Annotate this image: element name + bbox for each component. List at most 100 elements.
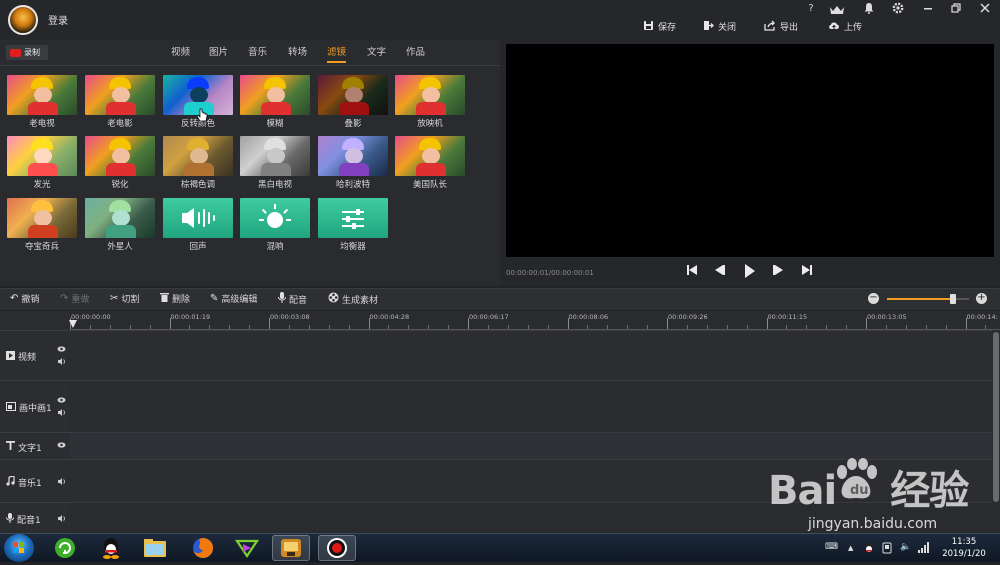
tray-volume-icon[interactable]: 🔈	[900, 542, 911, 552]
filter-thumb-7[interactable]	[85, 136, 155, 176]
filter-thumb-12[interactable]	[7, 198, 77, 238]
firefox-icon[interactable]	[184, 535, 222, 561]
filter-thumb-3[interactable]	[240, 75, 310, 115]
generate-material-button[interactable]: 生成素材	[328, 292, 378, 306]
filter-label: 叠影	[344, 119, 362, 129]
clock-time: 11:35	[951, 537, 977, 547]
track-header: 配音1	[0, 502, 70, 533]
refresh-app-icon[interactable]	[46, 535, 84, 561]
app-logo[interactable]	[8, 5, 38, 35]
filter-thumb-15[interactable]	[240, 198, 310, 238]
zoom-in-button[interactable]: +	[976, 293, 987, 304]
filter-thumb-5[interactable]	[395, 75, 465, 115]
track-lane[interactable]	[70, 432, 992, 459]
filter-thumb-13[interactable]	[85, 198, 155, 238]
playhead[interactable]	[69, 320, 77, 328]
cut-label: 切割	[121, 295, 140, 305]
record-button[interactable]: 录制	[6, 45, 48, 60]
video-preview[interactable]	[506, 44, 994, 257]
filter-thumb-16[interactable]	[318, 198, 388, 238]
system-clock[interactable]: 11:35 2019/1/20	[938, 536, 990, 560]
zoom-slider-thumb[interactable]	[949, 294, 956, 304]
redo-button[interactable]: ↷ 重做	[60, 292, 89, 305]
restore-icon[interactable]	[947, 2, 965, 16]
track-label: 画中画1	[6, 401, 52, 414]
tray-qq-icon[interactable]	[864, 542, 874, 557]
track-name: 配音1	[17, 515, 41, 526]
ruler-minor-tick	[209, 325, 211, 329]
reel-icon	[328, 292, 339, 306]
delete-button[interactable]: 删除	[160, 292, 190, 305]
skip-end-icon[interactable]	[799, 264, 815, 280]
cut-button[interactable]: ✂ 切割	[110, 292, 139, 305]
filter-thumb-10[interactable]	[318, 136, 388, 176]
track-lane[interactable]	[70, 330, 992, 380]
exit-button[interactable]: 关闭	[702, 18, 736, 34]
undo-button[interactable]: ↶ 撤销	[10, 292, 39, 305]
ruler-minor-tick	[726, 325, 728, 329]
speaker-icon[interactable]	[58, 409, 66, 418]
video-editor-icon[interactable]	[272, 535, 310, 561]
tray-network-icon[interactable]	[918, 542, 930, 556]
tab-image[interactable]: 图片	[209, 45, 228, 63]
track-label: 配音1	[6, 512, 41, 526]
filter-thumb-4[interactable]	[318, 75, 388, 115]
file-explorer-icon[interactable]	[136, 535, 174, 561]
filter-thumb-14[interactable]	[163, 198, 233, 238]
filter-thumb-8[interactable]	[163, 136, 233, 176]
save-button[interactable]: 保存	[642, 18, 676, 34]
speaker-icon[interactable]	[58, 514, 66, 524]
tray-expand-icon[interactable]: ▲	[848, 544, 853, 552]
step-forward-icon[interactable]	[770, 264, 786, 280]
tab-works[interactable]: 作品	[406, 45, 425, 63]
tab-video[interactable]: 视频	[171, 45, 190, 63]
filter-thumb-6[interactable]	[7, 136, 77, 176]
tab-music[interactable]: 音乐	[248, 45, 267, 63]
upload-button[interactable]: 上传	[828, 18, 862, 34]
qq-penguin-icon[interactable]	[92, 535, 130, 561]
close-icon[interactable]	[976, 2, 994, 16]
zoom-out-button[interactable]: −	[868, 293, 879, 304]
gear-icon[interactable]	[889, 2, 907, 16]
track-lane[interactable]	[70, 380, 992, 432]
vip-icon[interactable]	[828, 4, 846, 18]
tab-transition[interactable]: 转场	[288, 45, 307, 63]
ruler-tick-label: 00:00:06:17	[469, 313, 509, 321]
help-icon[interactable]: ?	[802, 2, 820, 16]
skip-start-icon[interactable]	[684, 264, 700, 280]
start-button[interactable]	[4, 534, 34, 562]
advanced-edit-button[interactable]: ✎ 高级编辑	[210, 292, 257, 305]
ruler-minor-tick	[985, 325, 987, 329]
tab-text[interactable]: 文字	[367, 45, 386, 63]
ruler-tick-label: 00:00:11:15	[767, 313, 808, 321]
export-button[interactable]: 导出	[764, 18, 798, 34]
ruler-minor-tick	[448, 325, 450, 329]
eye-icon[interactable]	[57, 397, 66, 405]
minimize-icon[interactable]	[919, 2, 937, 16]
recorder-icon[interactable]	[318, 535, 356, 561]
undo-label: 撤销	[21, 295, 40, 305]
filter-thumb-11[interactable]	[395, 136, 465, 176]
tray-keyboard-icon[interactable]: ⌨	[825, 542, 838, 552]
timeline-scrollbar-thumb[interactable]	[993, 332, 999, 502]
voiceover-button[interactable]: 配音	[278, 292, 307, 306]
eye-icon[interactable]	[57, 346, 66, 354]
speaker-icon[interactable]	[58, 358, 66, 367]
tray-device-icon[interactable]	[882, 542, 892, 557]
bell-icon[interactable]	[860, 2, 878, 16]
play-icon[interactable]	[742, 264, 758, 280]
tab-filter[interactable]: 滤镜	[327, 45, 347, 63]
media-player-icon[interactable]	[228, 535, 266, 561]
filter-thumb-9[interactable]	[240, 136, 310, 176]
filter-thumb-1[interactable]	[85, 75, 155, 115]
watermark-url: jingyan.baidu.com	[808, 516, 938, 532]
filter-thumb-0[interactable]	[7, 75, 77, 115]
ruler-minor-tick	[487, 325, 489, 329]
filter-label: 哈利波特	[335, 180, 370, 190]
speaker-icon[interactable]	[58, 477, 66, 487]
login-link[interactable]: 登录	[48, 12, 68, 27]
ruler-minor-tick	[308, 325, 310, 329]
step-back-icon[interactable]	[712, 264, 728, 280]
ruler-tick-label: 00:00:14:	[966, 313, 998, 321]
eye-icon[interactable]	[57, 441, 66, 450]
